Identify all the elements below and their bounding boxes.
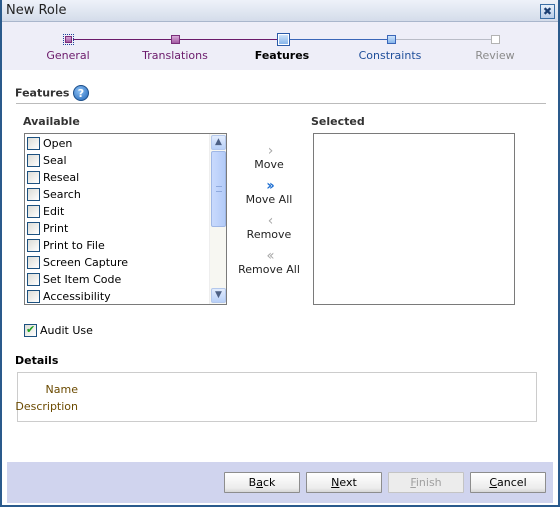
train-connector xyxy=(287,39,387,40)
selected-listbox[interactable] xyxy=(313,133,515,305)
available-list-item[interactable]: Edit xyxy=(27,203,64,220)
feature-label: Reseal xyxy=(43,171,80,184)
feature-checkbox[interactable] xyxy=(27,256,40,269)
feature-checkbox[interactable] xyxy=(27,290,40,303)
features-header: Features ? xyxy=(15,85,89,101)
title-bar: New Role ✖ xyxy=(2,0,558,22)
close-icon[interactable]: ✖ xyxy=(540,4,555,19)
available-list-item[interactable]: Accessibility xyxy=(27,288,111,305)
feature-label: Open xyxy=(43,137,73,150)
available-scrollbar[interactable]: ▲ ▼ xyxy=(209,134,226,304)
feature-checkbox[interactable] xyxy=(27,222,40,235)
feature-checkbox[interactable] xyxy=(27,137,40,150)
train-label-general[interactable]: General xyxy=(18,49,118,62)
new-role-dialog: New Role ✖ General Translations Features… xyxy=(0,0,560,507)
train-connector xyxy=(179,39,279,40)
button-bar: Back Next Finish Cancel xyxy=(7,462,553,503)
train-stop-general[interactable] xyxy=(63,34,74,45)
feature-checkbox[interactable] xyxy=(27,273,40,286)
wizard-train: General Translations Features Constraint… xyxy=(2,22,558,70)
help-icon[interactable]: ? xyxy=(72,85,89,101)
double-chevron-left-icon: ‹‹ xyxy=(266,248,274,264)
remove-button[interactable]: ‹ Remove xyxy=(234,214,304,241)
audit-use-option[interactable]: Audit Use xyxy=(24,323,93,337)
selected-label: Selected xyxy=(311,115,365,128)
description-label: Description xyxy=(15,400,78,413)
scroll-down-icon[interactable]: ▼ xyxy=(211,288,226,303)
feature-label: Seal xyxy=(43,154,67,167)
available-list-item[interactable]: Seal xyxy=(27,152,67,169)
feature-label: Screen Capture xyxy=(43,256,129,269)
details-title: Details xyxy=(15,354,59,367)
feature-label: Print to File xyxy=(43,239,105,252)
audit-use-label: Audit Use xyxy=(40,324,93,337)
feature-checkbox[interactable] xyxy=(27,171,40,184)
feature-checkbox[interactable] xyxy=(27,205,40,218)
available-list-item[interactable]: Screen Capture xyxy=(27,254,128,271)
cancel-button[interactable]: Cancel xyxy=(470,472,546,493)
audit-use-checkbox[interactable] xyxy=(24,323,37,337)
train-label-constraints[interactable]: Constraints xyxy=(340,49,440,62)
move-all-button[interactable]: ›› Move All xyxy=(234,179,304,206)
feature-label: Edit xyxy=(43,205,65,218)
features-divider xyxy=(16,103,546,104)
next-button[interactable]: Next xyxy=(306,472,382,493)
feature-checkbox[interactable] xyxy=(27,188,40,201)
remove-all-button[interactable]: ‹‹ Remove All xyxy=(234,249,304,276)
train-stop-features xyxy=(277,33,290,46)
train-connector xyxy=(73,39,175,40)
scroll-thumb[interactable] xyxy=(211,151,226,227)
train-stop-translations[interactable] xyxy=(171,35,180,44)
feature-label: Print xyxy=(43,222,69,235)
train-label-translations[interactable]: Translations xyxy=(125,49,225,62)
chevron-left-icon: ‹ xyxy=(267,213,274,229)
available-label: Available xyxy=(23,115,80,128)
available-list-item[interactable]: Reseal xyxy=(27,169,79,186)
feature-checkbox[interactable] xyxy=(27,239,40,252)
back-button[interactable]: Back xyxy=(224,472,300,493)
available-list-item[interactable]: Print to File xyxy=(27,237,105,254)
available-list-item[interactable]: Open xyxy=(27,135,72,152)
chevron-right-icon: › xyxy=(267,143,274,159)
feature-checkbox[interactable] xyxy=(27,154,40,167)
move-button[interactable]: › Move xyxy=(234,144,304,171)
train-label-features: Features xyxy=(254,49,310,62)
name-label: Name xyxy=(45,383,78,396)
dialog-title: New Role xyxy=(6,3,67,18)
available-listbox[interactable]: Accessibility Set Item Code Screen Capture… xyxy=(24,133,227,305)
double-chevron-right-icon: ›› xyxy=(266,178,275,194)
train-label-review: Review xyxy=(475,49,515,62)
feature-label: Search xyxy=(43,188,81,201)
finish-button: Finish xyxy=(388,472,464,493)
train-connector xyxy=(395,39,491,40)
train-stop-review xyxy=(491,35,500,44)
available-list-item[interactable]: Set Item Code xyxy=(27,271,121,288)
available-list-item[interactable]: Search xyxy=(27,186,81,203)
feature-label: Accessibility xyxy=(43,290,111,303)
details-panel: Name Description xyxy=(15,372,537,422)
features-title: Features xyxy=(15,86,70,100)
available-list-item[interactable]: Print xyxy=(27,220,68,237)
feature-label: Set Item Code xyxy=(43,273,122,286)
scroll-up-icon[interactable]: ▲ xyxy=(211,135,226,150)
train-stop-constraints[interactable] xyxy=(387,35,396,44)
